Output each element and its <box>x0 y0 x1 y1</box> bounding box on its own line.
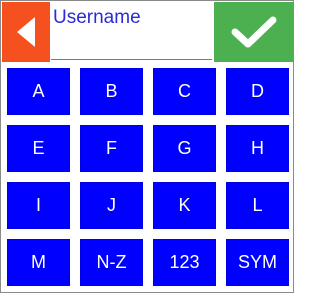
key-c[interactable]: C <box>153 68 216 115</box>
username-field-container <box>50 2 212 62</box>
key-symbols-page[interactable]: SYM <box>226 239 289 286</box>
key-b[interactable]: B <box>80 68 143 115</box>
key-d[interactable]: D <box>226 68 289 115</box>
key-k[interactable]: K <box>153 182 216 229</box>
key-j[interactable]: J <box>80 182 143 229</box>
back-button[interactable] <box>2 2 50 62</box>
checkmark-icon <box>231 16 276 48</box>
keypad: A B C D E F G H I J K L M N-Z 123 SYM <box>7 68 289 287</box>
confirm-button[interactable] <box>214 2 293 62</box>
key-l[interactable]: L <box>226 182 289 229</box>
key-e[interactable]: E <box>7 125 70 172</box>
keyboard-dialog: A B C D E F G H I J K L M N-Z 123 SYM <box>0 0 294 293</box>
key-n-z-page[interactable]: N-Z <box>80 239 143 286</box>
key-m[interactable]: M <box>7 239 70 286</box>
key-numbers-page[interactable]: 123 <box>153 239 216 286</box>
field-underline <box>51 59 212 60</box>
key-a[interactable]: A <box>7 68 70 115</box>
key-g[interactable]: G <box>153 125 216 172</box>
key-f[interactable]: F <box>80 125 143 172</box>
username-input[interactable] <box>53 6 208 30</box>
triangle-left-icon <box>17 17 35 47</box>
key-h[interactable]: H <box>226 125 289 172</box>
key-i[interactable]: I <box>7 182 70 229</box>
